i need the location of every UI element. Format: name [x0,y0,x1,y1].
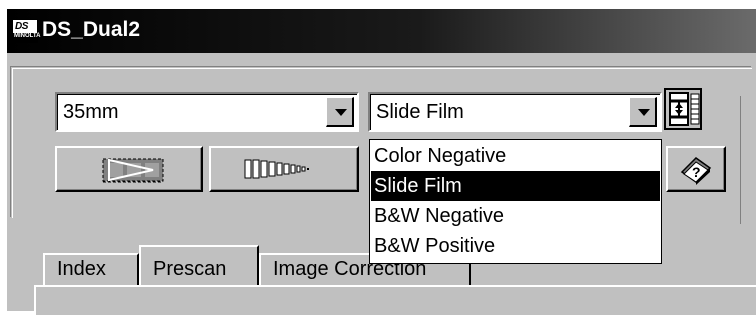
option-slide-film[interactable]: Slide Film [371,171,660,201]
chevron-down-icon [335,109,347,116]
window-title: DS_Dual2 [42,18,141,41]
chevron-down-icon [638,109,650,116]
option-bw-negative[interactable]: B&W Negative [371,201,660,231]
app-icon-sublabel: MINOLTA [14,33,41,39]
film-strip-button[interactable] [209,146,359,192]
film-format-dropdown-button[interactable] [326,97,354,127]
film-type-dropdown-list: Color Negative Slide Film B&W Negative B… [369,139,662,264]
tab-prescan[interactable]: Prescan [139,245,259,285]
film-type-value: Slide Film [376,101,464,123]
group-divider [740,96,751,224]
title-bar: DS MINOLTA DS_Dual2 [7,9,756,53]
film-type-select[interactable]: Slide Film [368,92,662,132]
option-bw-positive[interactable]: B&W Positive [371,231,660,261]
tab-index[interactable]: Index [43,253,139,285]
film-type-dropdown-button[interactable] [629,97,657,127]
app-icon-label: DS [15,21,28,32]
eject-film-button[interactable] [55,146,203,192]
help-book-icon: ? [680,157,712,185]
film-format-select[interactable]: 35mm [55,92,359,132]
svg-text:?: ? [692,164,701,180]
ds-app-icon[interactable]: DS MINOLTA [12,19,41,43]
film-format-value: 35mm [63,101,119,123]
help-button[interactable]: ? [666,146,726,192]
film-strip-icon [244,159,309,179]
option-color-negative[interactable]: Color Negative [371,141,660,171]
film-holder-icon[interactable] [664,88,702,130]
eject-film-icon [102,158,164,183]
